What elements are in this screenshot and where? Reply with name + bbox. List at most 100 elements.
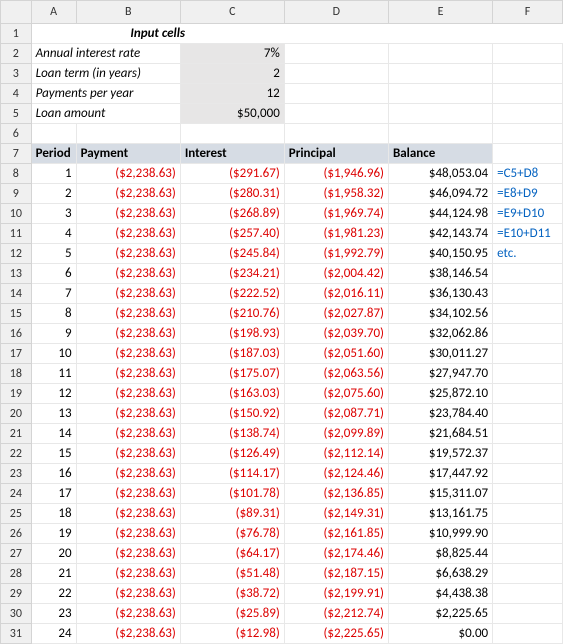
period-cell[interactable]: 7 <box>31 284 76 304</box>
cell[interactable] <box>284 104 388 124</box>
principal-cell[interactable]: ($2,161.85) <box>284 524 388 544</box>
cell[interactable] <box>388 64 492 84</box>
column-header[interactable]: B <box>76 1 180 24</box>
principal-cell[interactable]: ($1,946.96) <box>284 164 388 184</box>
period-cell[interactable]: 5 <box>31 244 76 264</box>
payment-cell[interactable]: ($2,238.63) <box>76 484 180 504</box>
period-cell[interactable]: 19 <box>31 524 76 544</box>
col-period[interactable]: Period <box>31 144 76 164</box>
principal-cell[interactable]: ($2,124.46) <box>284 464 388 484</box>
principal-cell[interactable]: ($2,136.85) <box>284 484 388 504</box>
period-cell[interactable]: 9 <box>31 324 76 344</box>
principal-cell[interactable]: ($2,099.89) <box>284 424 388 444</box>
balance-cell[interactable]: $21,684.51 <box>388 424 492 444</box>
column-header[interactable]: E <box>388 1 492 24</box>
payment-cell[interactable]: ($2,238.63) <box>76 504 180 524</box>
period-cell[interactable]: 4 <box>31 224 76 244</box>
principal-cell[interactable]: ($2,087.71) <box>284 404 388 424</box>
principal-cell[interactable]: ($1,958.32) <box>284 184 388 204</box>
row-header[interactable]: 25 <box>1 504 32 524</box>
period-cell[interactable]: 22 <box>31 584 76 604</box>
row-header[interactable]: 15 <box>1 304 32 324</box>
cell[interactable] <box>284 64 388 84</box>
column-header[interactable] <box>1 1 32 24</box>
principal-cell[interactable]: ($2,063.56) <box>284 364 388 384</box>
cell[interactable] <box>284 124 388 144</box>
cell[interactable] <box>284 84 388 104</box>
input-value[interactable]: 2 <box>180 64 284 84</box>
balance-cell[interactable]: $10,999.90 <box>388 524 492 544</box>
payment-cell[interactable]: ($2,238.63) <box>76 624 180 644</box>
interest-cell[interactable]: ($257.40) <box>180 224 284 244</box>
input-label[interactable]: Loan amount <box>31 104 180 124</box>
cell[interactable] <box>388 24 492 44</box>
payment-cell[interactable]: ($2,238.63) <box>76 344 180 364</box>
cell[interactable] <box>284 44 388 64</box>
period-cell[interactable]: 8 <box>31 304 76 324</box>
period-cell[interactable]: 21 <box>31 564 76 584</box>
interest-cell[interactable]: ($198.93) <box>180 324 284 344</box>
spreadsheet-grid[interactable]: ABCDEF 1Input cells2Annual interest rate… <box>0 0 563 644</box>
principal-cell[interactable]: ($2,004.42) <box>284 264 388 284</box>
row-header[interactable]: 12 <box>1 244 32 264</box>
interest-cell[interactable]: ($12.98) <box>180 624 284 644</box>
input-value[interactable]: 7% <box>180 44 284 64</box>
payment-cell[interactable]: ($2,238.63) <box>76 464 180 484</box>
balance-cell[interactable]: $30,011.27 <box>388 344 492 364</box>
row-header[interactable]: 24 <box>1 484 32 504</box>
payment-cell[interactable]: ($2,238.63) <box>76 384 180 404</box>
balance-cell[interactable]: $42,143.74 <box>388 224 492 244</box>
balance-cell[interactable]: $2,225.65 <box>388 604 492 624</box>
payment-cell[interactable]: ($2,238.63) <box>76 224 180 244</box>
principal-cell[interactable]: ($2,225.65) <box>284 624 388 644</box>
balance-cell[interactable]: $15,311.07 <box>388 484 492 504</box>
principal-cell[interactable]: ($2,051.60) <box>284 344 388 364</box>
balance-cell[interactable]: $0.00 <box>388 624 492 644</box>
input-label[interactable]: Loan term (in years) <box>31 64 180 84</box>
payment-cell[interactable]: ($2,238.63) <box>76 544 180 564</box>
interest-cell[interactable]: ($222.52) <box>180 284 284 304</box>
period-cell[interactable]: 23 <box>31 604 76 624</box>
period-cell[interactable]: 24 <box>31 624 76 644</box>
principal-cell[interactable]: ($2,149.31) <box>284 504 388 524</box>
col-payment[interactable]: Payment <box>76 144 180 164</box>
column-header[interactable]: A <box>31 1 76 24</box>
row-header[interactable]: 11 <box>1 224 32 244</box>
input-label[interactable]: Annual interest rate <box>31 44 180 64</box>
interest-cell[interactable]: ($268.89) <box>180 204 284 224</box>
cell[interactable] <box>493 44 563 64</box>
cell[interactable] <box>180 124 284 144</box>
interest-cell[interactable]: ($38.72) <box>180 584 284 604</box>
interest-cell[interactable]: ($126.49) <box>180 444 284 464</box>
row-header[interactable]: 28 <box>1 564 32 584</box>
balance-cell[interactable]: $48,053.04 <box>388 164 492 184</box>
col-principal[interactable]: Principal <box>284 144 388 164</box>
interest-cell[interactable]: ($291.67) <box>180 164 284 184</box>
interest-cell[interactable]: ($114.17) <box>180 464 284 484</box>
principal-cell[interactable]: ($1,981.23) <box>284 224 388 244</box>
period-cell[interactable]: 2 <box>31 184 76 204</box>
period-cell[interactable]: 1 <box>31 164 76 184</box>
period-cell[interactable]: 15 <box>31 444 76 464</box>
row-header[interactable]: 30 <box>1 604 32 624</box>
cell[interactable] <box>493 104 563 124</box>
row-header[interactable]: 1 <box>1 24 32 44</box>
row-header[interactable]: 23 <box>1 464 32 484</box>
cell[interactable] <box>493 64 563 84</box>
input-label[interactable]: Payments per year <box>31 84 180 104</box>
payment-cell[interactable]: ($2,238.63) <box>76 404 180 424</box>
balance-cell[interactable]: $6,638.29 <box>388 564 492 584</box>
period-cell[interactable]: 13 <box>31 404 76 424</box>
balance-cell[interactable]: $36,130.43 <box>388 284 492 304</box>
input-cells-title[interactable]: Input cells <box>31 24 284 44</box>
period-cell[interactable]: 3 <box>31 204 76 224</box>
cell[interactable] <box>493 144 563 164</box>
col-interest[interactable]: Interest <box>180 144 284 164</box>
balance-cell[interactable]: $25,872.10 <box>388 384 492 404</box>
row-header[interactable]: 16 <box>1 324 32 344</box>
balance-cell[interactable]: $40,150.95 <box>388 244 492 264</box>
column-header[interactable]: D <box>284 1 388 24</box>
payment-cell[interactable]: ($2,238.63) <box>76 264 180 284</box>
row-header[interactable]: 19 <box>1 384 32 404</box>
payment-cell[interactable]: ($2,238.63) <box>76 424 180 444</box>
